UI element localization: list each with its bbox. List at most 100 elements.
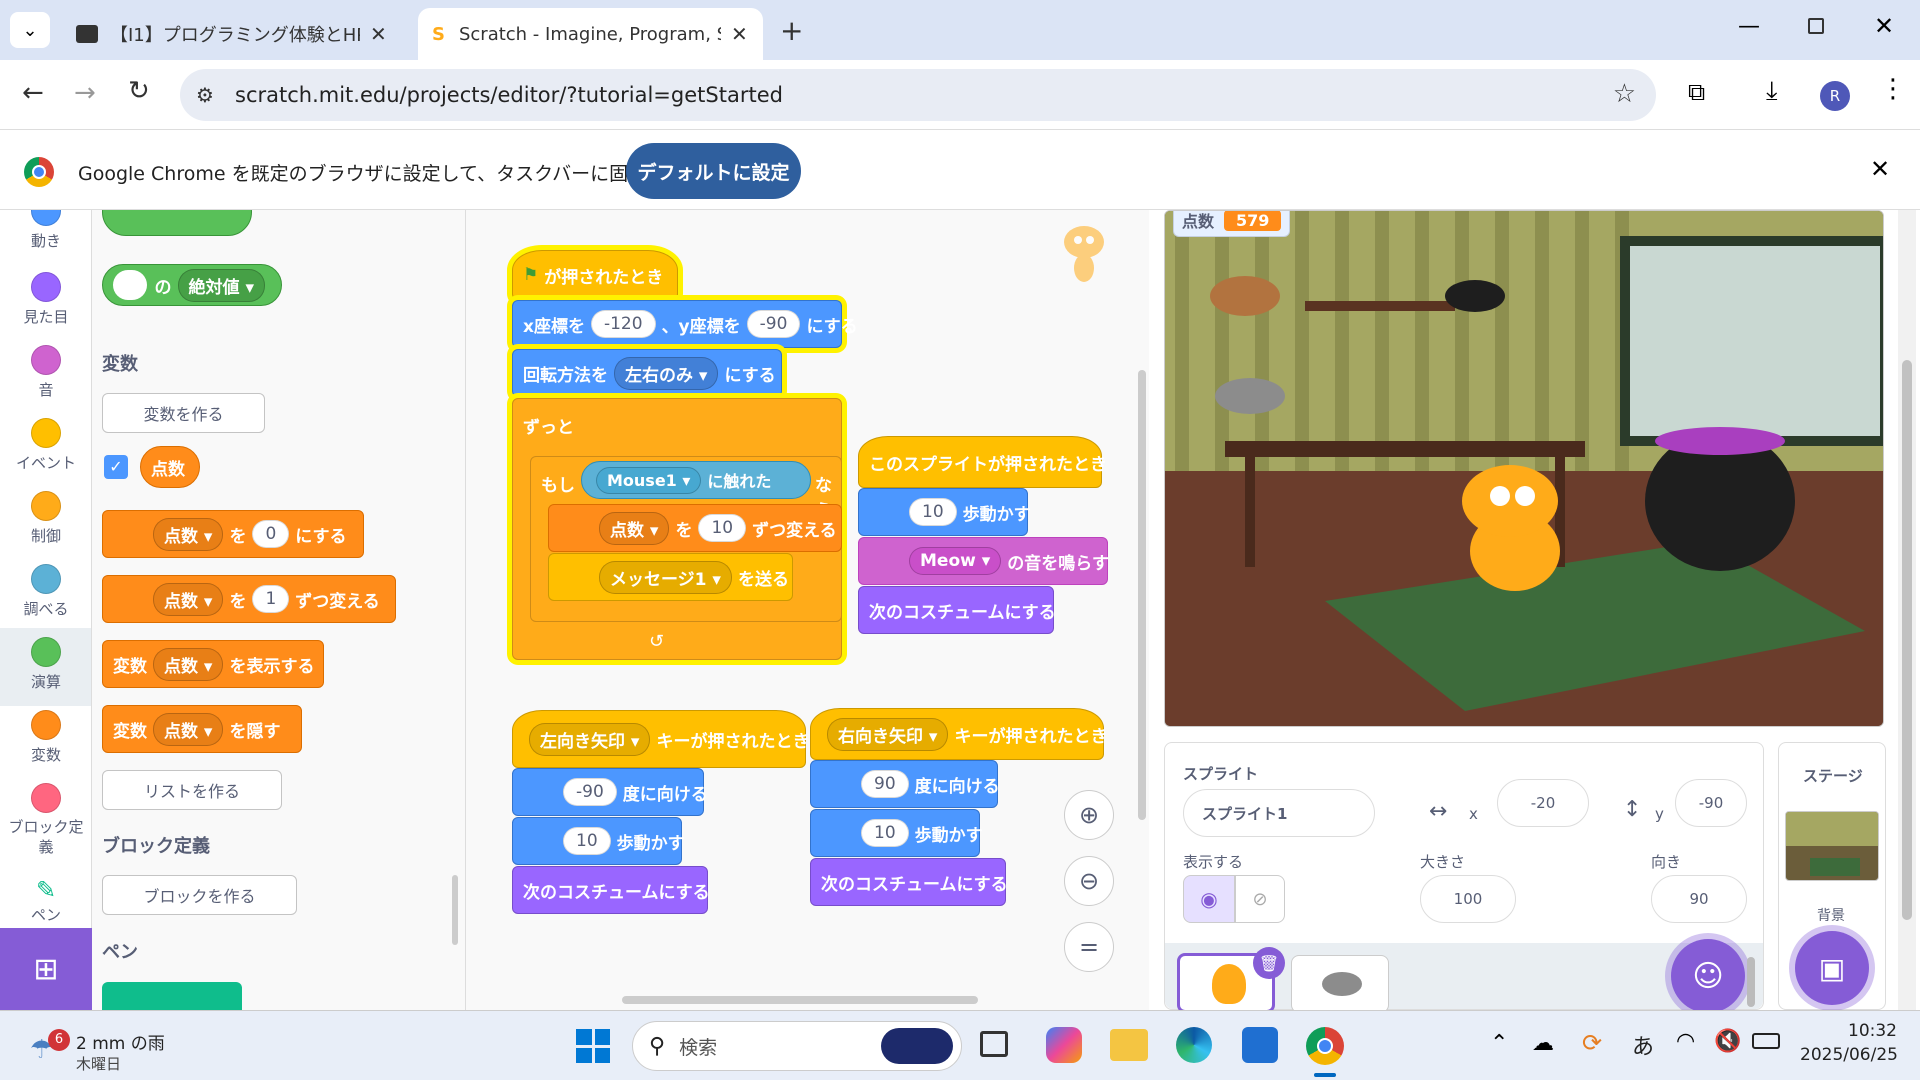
x-input[interactable]: -20 [1497, 779, 1589, 827]
move-steps-block[interactable]: 10 歩動かす [512, 817, 685, 865]
value-input[interactable]: 1 [252, 585, 290, 613]
choose-sprite-button[interactable]: ☺ [1671, 939, 1745, 1013]
star-icon[interactable]: ☆ [1613, 79, 1636, 109]
category-motion[interactable]: 動き [0, 210, 91, 251]
variable-checkbox[interactable]: ✓ [104, 455, 128, 479]
category-looks[interactable]: 見た目 [0, 272, 91, 327]
clock-date[interactable]: 2025/06/25 [1800, 1045, 1898, 1065]
edge-icon[interactable] [1176, 1027, 1212, 1063]
when-right-key-block[interactable]: 右向き矢印 ▾ キーが押されたとき [810, 708, 1107, 760]
minimize-icon[interactable]: — [1738, 14, 1760, 39]
key-dropdown[interactable]: 左向き矢印 ▾ [529, 722, 651, 756]
category-events[interactable]: イベント [0, 418, 91, 473]
move-steps-block[interactable]: 10 歩動かす [858, 488, 1031, 536]
value-input[interactable]: 90 [861, 770, 909, 798]
next-costume-block[interactable]: 次のコスチュームにする [512, 866, 710, 914]
weather-widget[interactable]: ☂ 6 2 mm の雨 木曜日 [26, 1021, 186, 1073]
category-control[interactable]: 制御 [0, 491, 91, 546]
set-default-button[interactable]: デフォルトに設定 [626, 143, 801, 199]
new-tab-button[interactable]: + [780, 14, 803, 47]
cloud-icon[interactable]: ☁ [1532, 1031, 1554, 1056]
chrome-taskbar-icon[interactable] [1306, 1027, 1344, 1065]
window-close-icon[interactable]: ✕ [1874, 12, 1894, 40]
set-rotation-style-block[interactable]: 回転方法を 左右のみ ▾ にする [512, 349, 782, 397]
site-info-icon[interactable]: ⚙ [196, 83, 214, 107]
wifi-icon[interactable]: ◠ [1676, 1029, 1695, 1054]
y-input[interactable]: -90 [746, 310, 801, 338]
infobar-close-icon[interactable]: ✕ [1870, 155, 1890, 183]
start-sound-block[interactable]: Meow ▾ の音を鳴らす [858, 537, 1109, 585]
page-vscrollbar[interactable] [1898, 210, 1916, 1010]
category-variables[interactable]: 変数 [0, 710, 91, 765]
workspace-hscrollbar[interactable] [622, 996, 978, 1004]
tray-chevron-icon[interactable]: ⌃ [1490, 1031, 1508, 1056]
start-icon[interactable] [576, 1029, 610, 1063]
value-input[interactable]: 10 [909, 498, 957, 526]
when-flag-clicked-block[interactable]: ⚑ が押されたとき [512, 250, 678, 300]
category-operators[interactable]: 演算 [0, 628, 91, 706]
sprite-list-scrollbar[interactable] [1747, 957, 1755, 1007]
y-input[interactable]: -90 [1675, 779, 1747, 827]
x-input[interactable]: -120 [590, 310, 656, 338]
show-variable-block[interactable]: 変数 点数 ▾ を表示する [102, 640, 324, 688]
sound-dropdown[interactable]: Meow ▾ [909, 547, 1002, 575]
when-left-key-block[interactable]: 左向き矢印 ▾ キーが押されたとき [512, 710, 809, 768]
goto-xy-block[interactable]: x座標を -120 、y座標を -90 にする [512, 300, 858, 348]
tab-scratch[interactable]: S Scratch - Imagine, Program, Sha ✕ [418, 8, 763, 60]
direction-input[interactable]: 90 [1651, 875, 1747, 923]
category-pen[interactable]: ✎ ペン [0, 876, 91, 925]
make-variable-button[interactable]: 変数を作る [102, 393, 265, 433]
make-block-button[interactable]: ブロックを作る [102, 875, 297, 915]
back-icon[interactable]: ← [22, 78, 44, 108]
variable-reporter[interactable]: 点数 [140, 446, 200, 488]
when-sprite-clicked-block[interactable]: このスプライトが押されたとき [858, 436, 1107, 488]
variable-dropdown[interactable]: 点数 ▾ [599, 511, 670, 545]
copilot-icon[interactable] [1046, 1027, 1082, 1063]
value-input[interactable]: 10 [861, 819, 909, 847]
move-steps-block[interactable]: 10 歩動かす [810, 809, 983, 857]
math-dropdown[interactable]: 絶対値 ▾ [177, 268, 265, 302]
reporter-slot[interactable] [113, 270, 147, 300]
pen-block-partial[interactable] [102, 982, 242, 1010]
zoom-out-button[interactable]: ⊖ [1064, 856, 1114, 906]
category-sound[interactable]: 音 [0, 345, 91, 400]
download-icon[interactable]: ⤓ [1766, 76, 1778, 107]
stage[interactable]: 点数 579 [1164, 210, 1884, 727]
sync-icon[interactable]: ⟳ [1582, 1029, 1602, 1057]
variable-dropdown[interactable]: 点数 ▾ [153, 517, 224, 551]
point-direction-block[interactable]: -90 度に向ける [512, 768, 708, 816]
store-icon[interactable] [1242, 1027, 1278, 1063]
variable-dropdown[interactable]: 点数 ▾ [153, 712, 224, 746]
close-icon[interactable]: ✕ [370, 22, 387, 46]
abs-block[interactable]: の 絶対値 ▾ [102, 264, 282, 306]
palette-scrollbar[interactable] [452, 875, 458, 945]
touching-dropdown[interactable]: Mouse1 ▾ [596, 466, 702, 494]
script-area[interactable]: ⚑ が押されたとき x座標を -120 、y座標を -90 にする 回転方法を … [466, 210, 1149, 1010]
change-score-block[interactable]: 点数 ▾ を 10 ずつ変える [548, 504, 842, 552]
make-list-button[interactable]: リストを作る [102, 770, 282, 810]
restore-icon[interactable] [1808, 18, 1824, 34]
battery-icon[interactable] [1752, 1033, 1780, 1049]
extensions-icon[interactable]: ⧉ [1688, 78, 1705, 106]
show-button[interactable]: ◉ [1183, 875, 1235, 923]
clock-time[interactable]: 10:32 [1848, 1021, 1897, 1041]
message-dropdown[interactable]: メッセージ1 ▾ [599, 560, 732, 594]
value-input[interactable]: 0 [252, 520, 290, 548]
next-costume-block[interactable]: 次のコスチュームにする [810, 858, 1008, 906]
delete-sprite-button[interactable]: 🗑 [1253, 947, 1285, 979]
workspace-vscrollbar[interactable] [1138, 370, 1146, 820]
hide-variable-block[interactable]: 変数 点数 ▾ を隠す [102, 705, 302, 753]
choose-backdrop-button[interactable]: ▣ [1795, 931, 1869, 1005]
volume-muted-icon[interactable]: 🔇 [1714, 1029, 1741, 1054]
point-direction-block[interactable]: 90 度に向ける [810, 760, 1000, 808]
add-extension-button[interactable]: ⊞ [0, 928, 92, 1010]
variable-dropdown[interactable]: 点数 ▾ [153, 647, 224, 681]
category-sensing[interactable]: 調べる [0, 564, 91, 619]
category-myblocks[interactable]: ブロック定義 [0, 783, 91, 857]
value-input[interactable]: 10 [563, 827, 611, 855]
key-dropdown[interactable]: 右向き矢印 ▾ [827, 717, 949, 751]
tab-programming[interactable]: 【I1】プログラミング体験とHP作成実 ✕ [62, 8, 407, 60]
ime-indicator[interactable]: あ [1632, 1029, 1654, 1061]
file-explorer-icon[interactable] [1110, 1029, 1148, 1061]
size-input[interactable]: 100 [1420, 875, 1516, 923]
